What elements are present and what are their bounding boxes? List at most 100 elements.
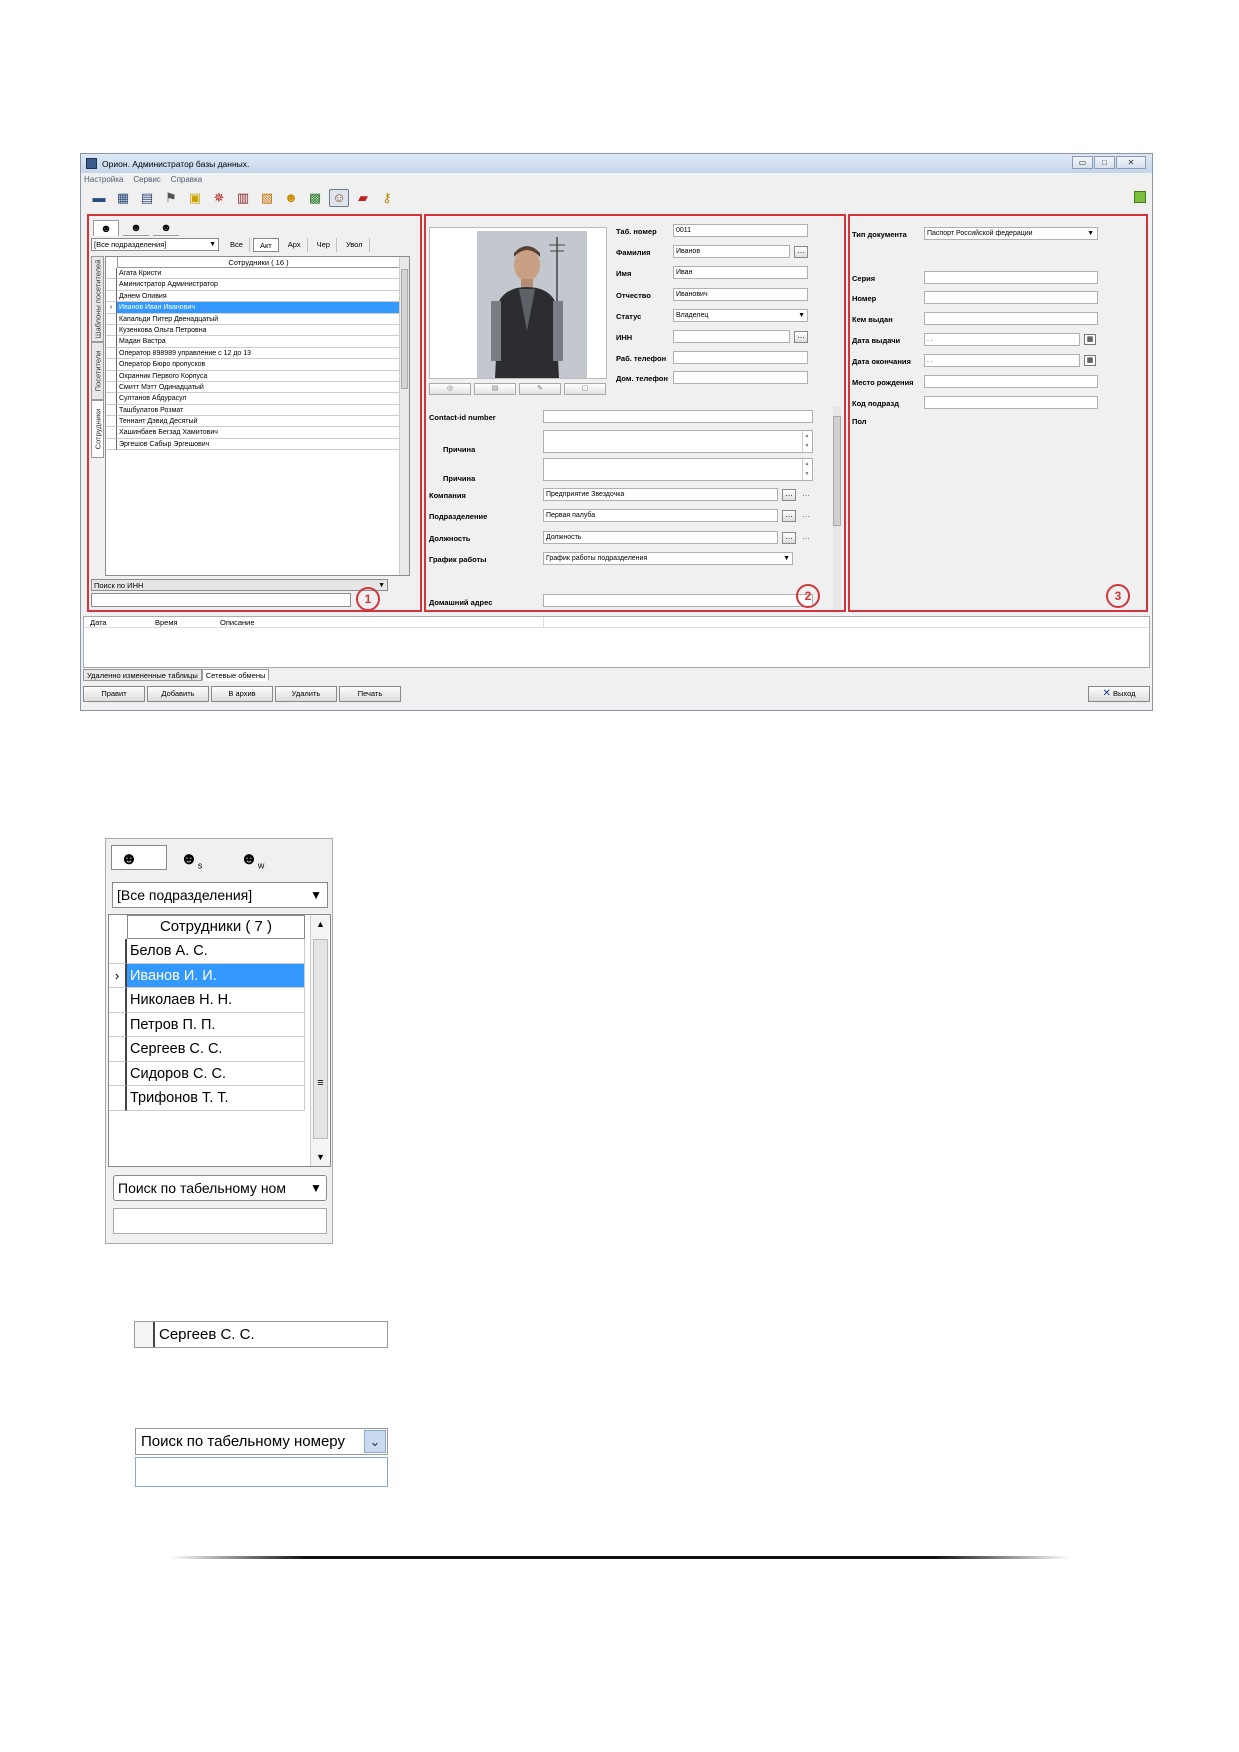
- table-row[interactable]: Белов А. С.: [109, 939, 305, 964]
- log-col-date[interactable]: Дата: [84, 617, 149, 627]
- clear-photo-button[interactable]: ▢: [564, 383, 606, 395]
- monitor-icon[interactable]: ▬: [89, 189, 109, 207]
- scrollbar[interactable]: [399, 257, 409, 575]
- edit-photo-button[interactable]: ✎: [519, 383, 561, 395]
- department-field[interactable]: Первая палуба: [543, 509, 778, 522]
- wheel-icon[interactable]: ✵: [209, 189, 229, 207]
- end-date-field[interactable]: . .: [924, 354, 1080, 367]
- tab-remote-changes[interactable]: Удаленно измененные таблицы: [83, 669, 202, 681]
- table-row[interactable]: Султанов Абдурасул: [106, 393, 399, 405]
- table-row[interactable]: Петров П. П.: [109, 1012, 305, 1037]
- scrollbar[interactable]: [833, 406, 841, 609]
- table-row[interactable]: Капальди Питер Двенадцатый: [106, 313, 399, 325]
- log-col-description[interactable]: Описание: [214, 617, 544, 627]
- filter-blacklist[interactable]: Чер: [311, 238, 337, 252]
- table-row[interactable]: Ташбулатов Розмат: [106, 404, 399, 417]
- table-row[interactable]: Хашинбаев Бегзад Хамитович: [106, 427, 399, 439]
- doc-type-select[interactable]: Паспорт Российской федерации ▼: [924, 227, 1098, 240]
- table-row[interactable]: Эргешов Сабыр Эргешович: [106, 438, 399, 451]
- position-field[interactable]: Должность: [543, 531, 778, 544]
- tab-network-exchange[interactable]: Сетевые обмены: [201, 669, 270, 681]
- spin-buttons[interactable]: ▲ ▼: [802, 459, 811, 480]
- filter-archive[interactable]: Арх: [282, 238, 308, 252]
- surname-more-button[interactable]: …: [794, 246, 808, 258]
- reason-field-1[interactable]: [543, 430, 813, 453]
- scroll-down-icon[interactable]: ▼: [311, 1152, 330, 1162]
- tab-templates-icon[interactable]: ☻w: [231, 845, 287, 870]
- home-phone-field[interactable]: [673, 371, 808, 384]
- note-icon[interactable]: ▣: [185, 189, 205, 207]
- map-icon[interactable]: ▩: [305, 189, 325, 207]
- film-icon[interactable]: ▦: [113, 189, 133, 207]
- calendar-icon[interactable]: ▦: [1084, 355, 1096, 366]
- minimize-button[interactable]: ▭: [1072, 156, 1093, 169]
- table-row[interactable]: Аминистратор Администратор: [106, 279, 399, 291]
- table-row[interactable]: Мадан Вастра: [106, 336, 399, 348]
- car-icon[interactable]: ▰: [353, 189, 373, 207]
- tab-employees-icon[interactable]: ☻: [93, 220, 119, 236]
- table-row[interactable]: Охранник Первого Корпуса: [106, 370, 399, 382]
- table-row[interactable]: Дэнем Оливия: [106, 290, 399, 303]
- filter-fired[interactable]: Увол: [340, 238, 370, 252]
- patronymic-field[interactable]: Иванович: [673, 288, 808, 301]
- table-row[interactable]: › Иванов Иван Иванович: [106, 302, 399, 314]
- name-field[interactable]: Иван: [673, 266, 808, 279]
- work-phone-field[interactable]: [673, 351, 808, 364]
- table-row[interactable]: Оператор 898989 управление с 12 до 13: [106, 347, 399, 360]
- table-row[interactable]: Кузенкова Ольга Петровна: [106, 324, 399, 337]
- issue-date-field[interactable]: . .: [924, 333, 1080, 346]
- delete-button[interactable]: Удалить: [275, 686, 337, 702]
- table-row[interactable]: Теннант Дэвид Десятый: [106, 416, 399, 428]
- vtab-visitors[interactable]: Посетители: [91, 342, 104, 400]
- signpost-icon[interactable]: ⚑: [161, 189, 181, 207]
- load-photo-button[interactable]: ▤: [474, 383, 516, 395]
- list-item-example[interactable]: Сергеев С. С.: [134, 1321, 388, 1348]
- search-input-example[interactable]: [135, 1457, 388, 1487]
- tab-visitors-icon[interactable]: ☻s: [171, 845, 227, 870]
- position-more-button[interactable]: …: [782, 532, 796, 544]
- tab-number-field[interactable]: 0011: [673, 224, 808, 237]
- number-field[interactable]: [924, 291, 1098, 304]
- edit-button[interactable]: Правит: [83, 686, 145, 702]
- company-field[interactable]: Предприятие Звездочка: [543, 488, 778, 501]
- filter-active[interactable]: Акт: [252, 238, 279, 252]
- search-mode-select[interactable]: Поиск по табельному ном ▼: [113, 1175, 327, 1201]
- print-button[interactable]: Печать: [339, 686, 401, 702]
- archive-button[interactable]: В архив: [211, 686, 273, 702]
- people-icon[interactable]: ☺: [329, 189, 349, 207]
- scroll-up-icon[interactable]: ▲: [311, 919, 330, 929]
- calendar-icon[interactable]: ▤: [137, 189, 157, 207]
- close-button[interactable]: ✕: [1116, 156, 1146, 169]
- search-mode-select[interactable]: Поиск по ИНН ▼: [91, 579, 388, 591]
- filter-all[interactable]: Все: [224, 238, 250, 252]
- keys-icon[interactable]: ⚷: [377, 189, 397, 207]
- inn-more-button[interactable]: …: [794, 331, 808, 343]
- tab-templates-icon[interactable]: ☻: [153, 220, 179, 236]
- menu-service[interactable]: Сервис: [133, 173, 160, 186]
- address-field[interactable]: [543, 594, 813, 607]
- books-icon[interactable]: ▥: [233, 189, 253, 207]
- series-field[interactable]: [924, 271, 1098, 284]
- table-row[interactable]: Оператор Бюро пропусков: [106, 359, 399, 371]
- table-row[interactable]: Николаев Н. Н.: [109, 988, 305, 1013]
- vtab-templates[interactable]: Шаблоны посетителей: [91, 256, 104, 342]
- status-select[interactable]: Владелец ▼: [673, 309, 808, 322]
- table-row[interactable]: › Иванов И. И.: [109, 963, 305, 988]
- calendar-icon[interactable]: ▦: [1084, 334, 1096, 345]
- department-select[interactable]: [Все подразделения] ▼: [91, 238, 219, 251]
- table-row[interactable]: Агата Кристи: [106, 268, 399, 280]
- department-select[interactable]: [Все подразделения] ▼: [112, 882, 328, 908]
- department-more-button[interactable]: …: [782, 510, 796, 522]
- table-row[interactable]: Смитт Мэтт Одинадцатый: [106, 381, 399, 394]
- issued-by-field[interactable]: [924, 312, 1098, 325]
- surname-field[interactable]: Иванов: [673, 245, 790, 258]
- person-key-icon[interactable]: ☻: [281, 189, 301, 207]
- scrollbar[interactable]: ▲ ≡ ▼: [310, 915, 330, 1166]
- subdivision-code-field[interactable]: [924, 396, 1098, 409]
- search-input[interactable]: [113, 1208, 327, 1234]
- tab-visitors-icon[interactable]: ☻: [123, 220, 149, 236]
- menu-settings[interactable]: Настройка: [84, 173, 123, 186]
- spin-buttons[interactable]: ▲ ▼: [802, 431, 811, 452]
- reason-field-2[interactable]: [543, 458, 813, 481]
- company-more-button[interactable]: …: [782, 489, 796, 501]
